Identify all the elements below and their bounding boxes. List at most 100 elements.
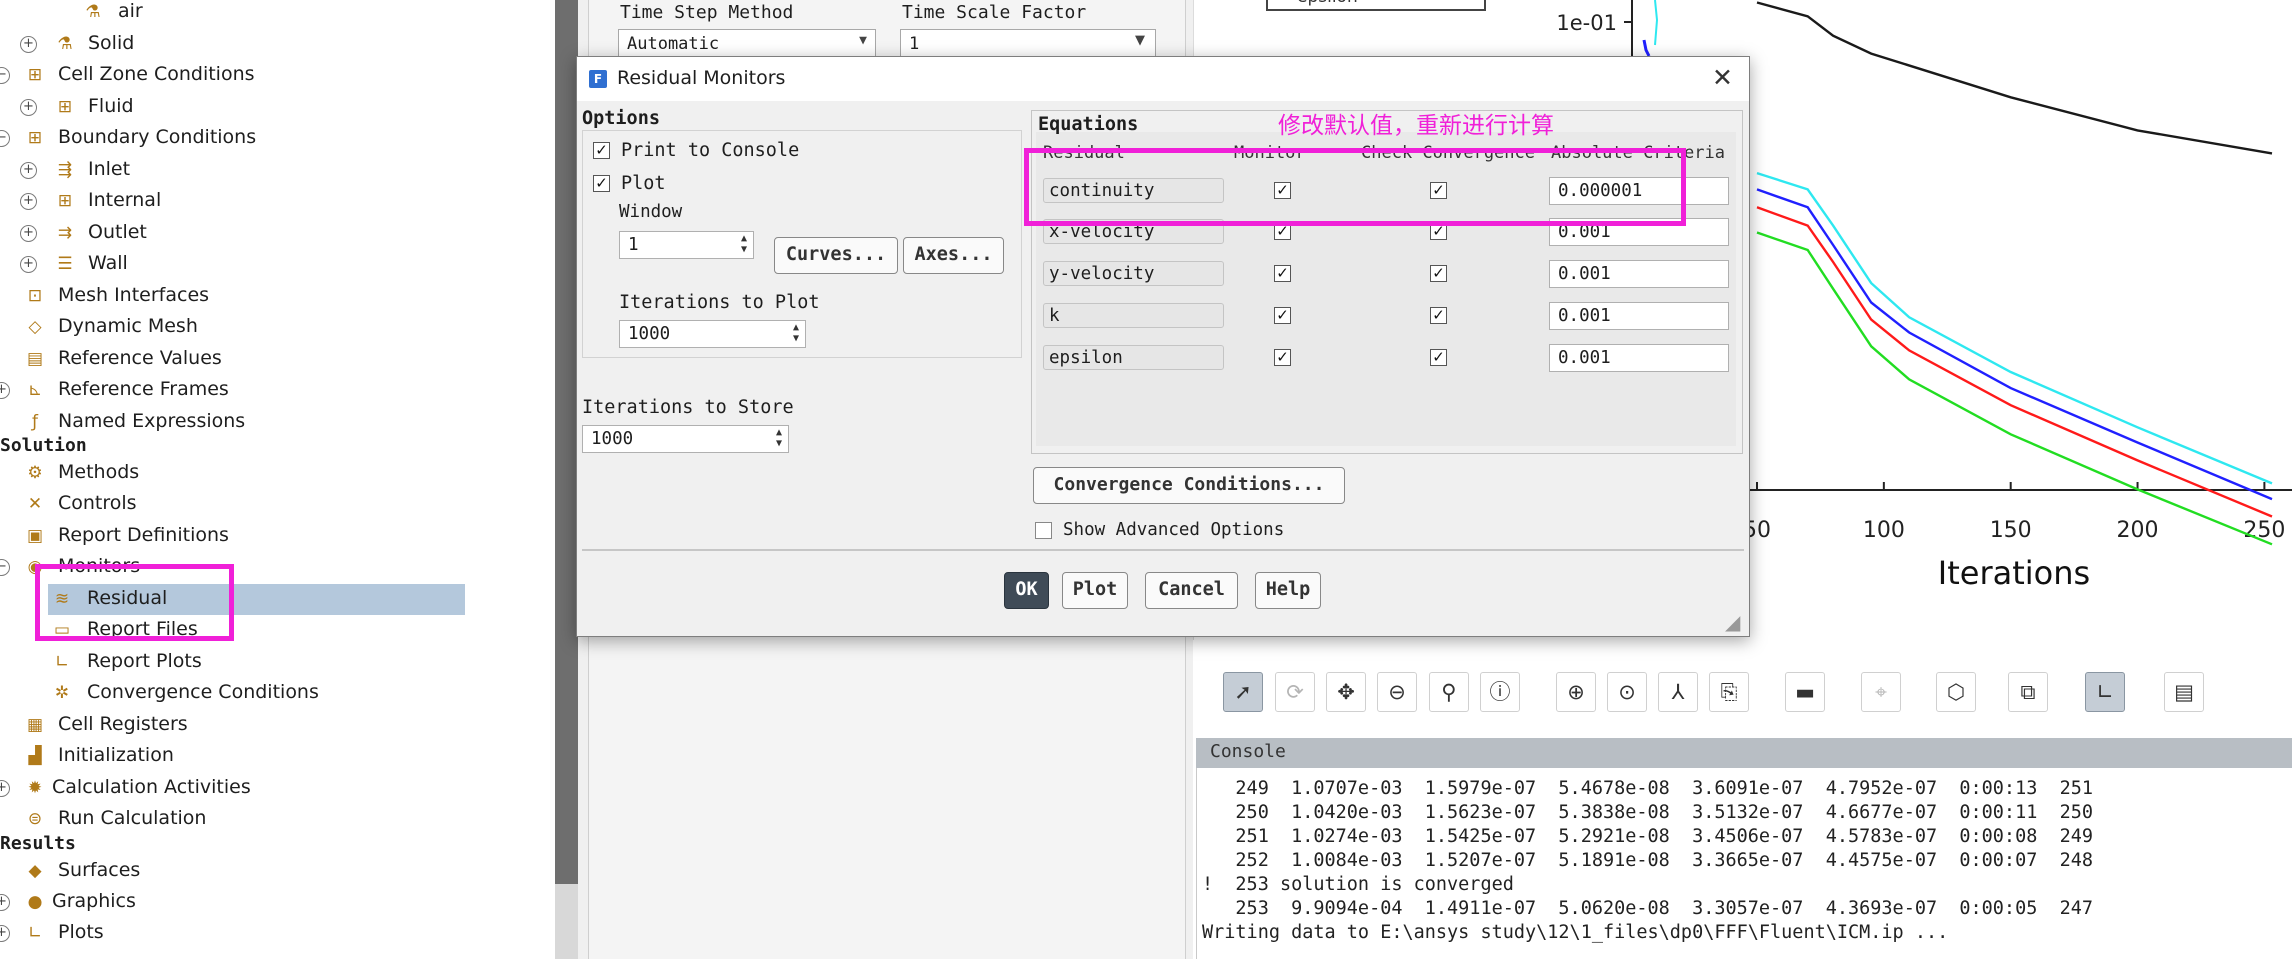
- ok-button[interactable]: OK: [1004, 572, 1049, 609]
- monitor-checkbox[interactable]: ✓: [1274, 349, 1291, 366]
- tree-item-label: Initialization: [58, 744, 174, 766]
- tree-item-initialization[interactable]: ▟ Initialization: [0, 741, 555, 772]
- series-line-0: [1756, 1, 2273, 155]
- series-line-3: [1756, 206, 2273, 518]
- plot-button[interactable]: Plot: [1062, 572, 1128, 609]
- expand-icon[interactable]: +: [0, 382, 10, 399]
- tree-item-convergence-conditions[interactable]: ✲ Convergence Conditions: [0, 678, 555, 709]
- tree-item-cell-zone-conditions[interactable]: − ⊞ Cell Zone Conditions: [0, 60, 555, 91]
- iterations-to-store-spinner[interactable]: 1000 ▲ ▼: [582, 425, 789, 453]
- window-value: 1: [628, 235, 639, 255]
- tree-item-plots[interactable]: + ∟ Plots: [0, 918, 555, 949]
- grid-icon: ⊞: [27, 128, 43, 148]
- expand-icon[interactable]: +: [20, 99, 37, 116]
- methods-icon: ⚙: [27, 463, 43, 483]
- pointer-icon[interactable]: ➚: [1223, 672, 1263, 712]
- zoom-icon[interactable]: ⚲: [1429, 672, 1469, 712]
- absolute-criteria-input[interactable]: 0.001: [1549, 344, 1729, 372]
- expand-icon[interactable]: +: [0, 894, 10, 911]
- scrollbar-thumb[interactable]: [555, 0, 578, 884]
- collapse-icon[interactable]: −: [0, 130, 10, 147]
- tree-item-reference-values[interactable]: ▤ Reference Values: [0, 344, 555, 375]
- tree-item-solid[interactable]: + ⚗ Solid: [0, 29, 555, 60]
- time-step-method-select[interactable]: Automatic ▼: [618, 29, 876, 58]
- expand-icon[interactable]: +: [20, 36, 37, 53]
- x-tick-label: 100: [1863, 518, 1905, 543]
- expand-icon[interactable]: +: [20, 256, 37, 273]
- resize-grip-icon[interactable]: ◢: [1725, 610, 1740, 634]
- help-button[interactable]: Help: [1255, 572, 1321, 609]
- print-to-console-checkbox[interactable]: ✓: [593, 142, 610, 159]
- cancel-button[interactable]: Cancel: [1145, 572, 1238, 609]
- check-convergence-checkbox[interactable]: ✓: [1430, 265, 1447, 282]
- tree-item-methods[interactable]: ⚙ Methods: [0, 458, 555, 489]
- window-spinner[interactable]: 1 ▲ ▼: [619, 231, 754, 259]
- rotate-icon[interactable]: ⟳: [1275, 672, 1315, 712]
- tree-item-label: Mesh Interfaces: [58, 284, 210, 306]
- cell-registers-icon: ▦: [26, 715, 44, 735]
- camera-icon[interactable]: ⌖: [1861, 672, 1901, 712]
- absolute-criteria-input[interactable]: 0.001: [1549, 302, 1729, 330]
- cube-view-icon[interactable]: ⬡: [1936, 672, 1976, 712]
- axes-button[interactable]: Axes...: [903, 237, 1004, 274]
- tree-item-label: Methods: [58, 461, 140, 483]
- iterations-to-plot-spinner[interactable]: 1000 ▲ ▼: [619, 320, 806, 348]
- collapse-icon[interactable]: −: [0, 67, 10, 84]
- tree-item-label: Report Definitions: [58, 524, 229, 546]
- zoom-box-icon[interactable]: ⊙: [1607, 672, 1647, 712]
- close-icon[interactable]: ✕: [1712, 63, 1733, 92]
- pan-icon[interactable]: ✥: [1326, 672, 1366, 712]
- convergence-conditions-button[interactable]: Convergence Conditions...: [1033, 467, 1345, 504]
- tree-item-air[interactable]: ⚗ air: [0, 0, 555, 28]
- ruler-icon[interactable]: ▬: [1785, 672, 1825, 712]
- tree-item-reference-frames[interactable]: + ⊾ Reference Frames: [0, 375, 555, 406]
- show-advanced-options-checkbox[interactable]: [1035, 522, 1052, 539]
- tree-item-calculation-activities[interactable]: + ✹ Calculation Activities: [0, 773, 555, 804]
- chevron-down-icon[interactable]: ▼: [1135, 33, 1145, 48]
- tree-item-controls[interactable]: ✕ Controls: [0, 489, 555, 520]
- tree-item-boundary-conditions[interactable]: − ⊞ Boundary Conditions: [0, 123, 555, 154]
- spinner-arrows-icon[interactable]: ▲ ▼: [788, 322, 804, 346]
- print-to-console-label: Print to Console: [621, 140, 800, 161]
- tree-item-report-definitions[interactable]: ▣ Report Definitions: [0, 521, 555, 552]
- time-scale-factor-input[interactable]: 1: [900, 29, 1156, 58]
- check-convergence-checkbox[interactable]: ✓: [1430, 307, 1447, 324]
- tree-item-internal[interactable]: + ⊞ Internal: [0, 186, 555, 217]
- tree-item-fluid[interactable]: + ⊞ Fluid: [0, 92, 555, 123]
- zoom-to-fit-icon[interactable]: ⊕: [1556, 672, 1596, 712]
- tree-item-graphics[interactable]: + ● Graphics: [0, 887, 555, 918]
- expand-icon[interactable]: +: [0, 925, 10, 942]
- plot-checkbox[interactable]: ✓: [593, 175, 610, 192]
- tree-item-inlet[interactable]: + ⇶ Inlet: [0, 155, 555, 186]
- graphics-icon: ●: [27, 892, 43, 912]
- info-icon[interactable]: ⓘ: [1480, 672, 1520, 712]
- tree-item-mesh-interfaces[interactable]: ⊡ Mesh Interfaces: [0, 281, 555, 312]
- tree-item-cell-registers[interactable]: ▦ Cell Registers: [0, 710, 555, 741]
- expand-icon[interactable]: +: [20, 162, 37, 179]
- tree-item-outlet[interactable]: + ⇉ Outlet: [0, 218, 555, 249]
- layers-icon[interactable]: ⧉: [2008, 672, 2048, 712]
- view-export-icon[interactable]: ⎘: [1709, 672, 1749, 712]
- monitor-checkbox[interactable]: ✓: [1274, 307, 1291, 324]
- tree-item-dynamic-mesh[interactable]: ◇ Dynamic Mesh: [0, 312, 555, 343]
- tree-item-report-plots[interactable]: ∟ Report Plots: [0, 647, 555, 678]
- expand-icon[interactable]: +: [20, 225, 37, 242]
- spinner-arrows-icon[interactable]: ▲ ▼: [771, 427, 787, 451]
- collapse-icon[interactable]: −: [0, 559, 10, 576]
- check-convergence-checkbox[interactable]: ✓: [1430, 349, 1447, 366]
- curves-button[interactable]: Curves...: [774, 237, 898, 274]
- dialog-divider: [582, 549, 1744, 551]
- zoom-in-out-icon[interactable]: ⊖: [1377, 672, 1417, 712]
- x-tick-label: 200: [2117, 518, 2159, 543]
- expand-icon[interactable]: +: [20, 193, 37, 210]
- expand-icon[interactable]: +: [0, 780, 10, 797]
- tree-item-wall[interactable]: + ☰ Wall: [0, 249, 555, 280]
- chart-icon[interactable]: ∟: [2085, 672, 2125, 712]
- absolute-criteria-input[interactable]: 0.001: [1549, 260, 1729, 288]
- report-icon[interactable]: ▤: [2164, 672, 2204, 712]
- tree-item-surfaces[interactable]: ◆ Surfaces: [0, 856, 555, 887]
- spinner-arrows-icon[interactable]: ▲ ▼: [736, 233, 752, 257]
- monitor-checkbox[interactable]: ✓: [1274, 265, 1291, 282]
- axes-triad-icon[interactable]: ⅄: [1658, 672, 1698, 712]
- time-step-method-value: Automatic: [627, 34, 720, 54]
